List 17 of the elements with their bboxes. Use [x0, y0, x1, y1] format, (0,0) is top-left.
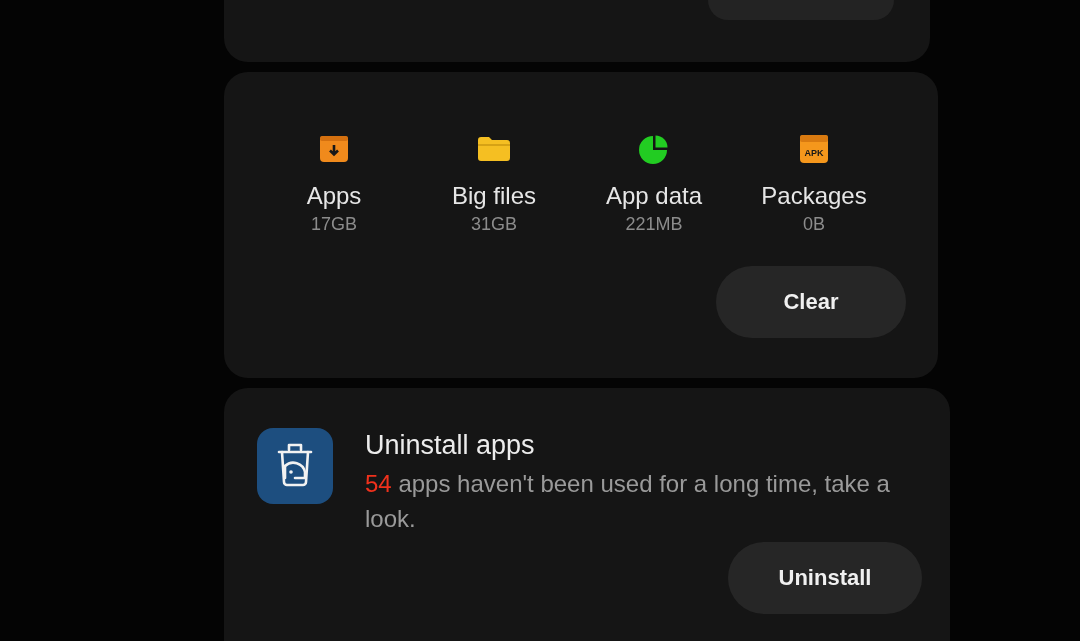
category-label: App data: [605, 182, 703, 210]
package-icon: APK: [800, 135, 828, 163]
category-label: Apps: [306, 182, 362, 210]
category-size: 17GB: [311, 213, 357, 236]
folder-icon: [478, 137, 510, 161]
category-size: 31GB: [471, 213, 517, 236]
category-label: Big files: [451, 182, 536, 210]
trash-can-icon: [257, 428, 333, 504]
card-title: Uninstall apps: [365, 429, 536, 462]
category-label: Packages: [761, 182, 867, 210]
download-box-icon: [320, 136, 348, 162]
uninstall-button[interactable]: Uninstall: [728, 542, 922, 614]
category-size: 0B: [803, 213, 825, 236]
clear-button[interactable]: Clear: [716, 266, 906, 338]
category-size: 221MB: [625, 213, 683, 236]
description-text: 54 apps haven't been used for a long time, take a look.: [365, 469, 891, 534]
pie-chart-icon: [639, 134, 669, 164]
